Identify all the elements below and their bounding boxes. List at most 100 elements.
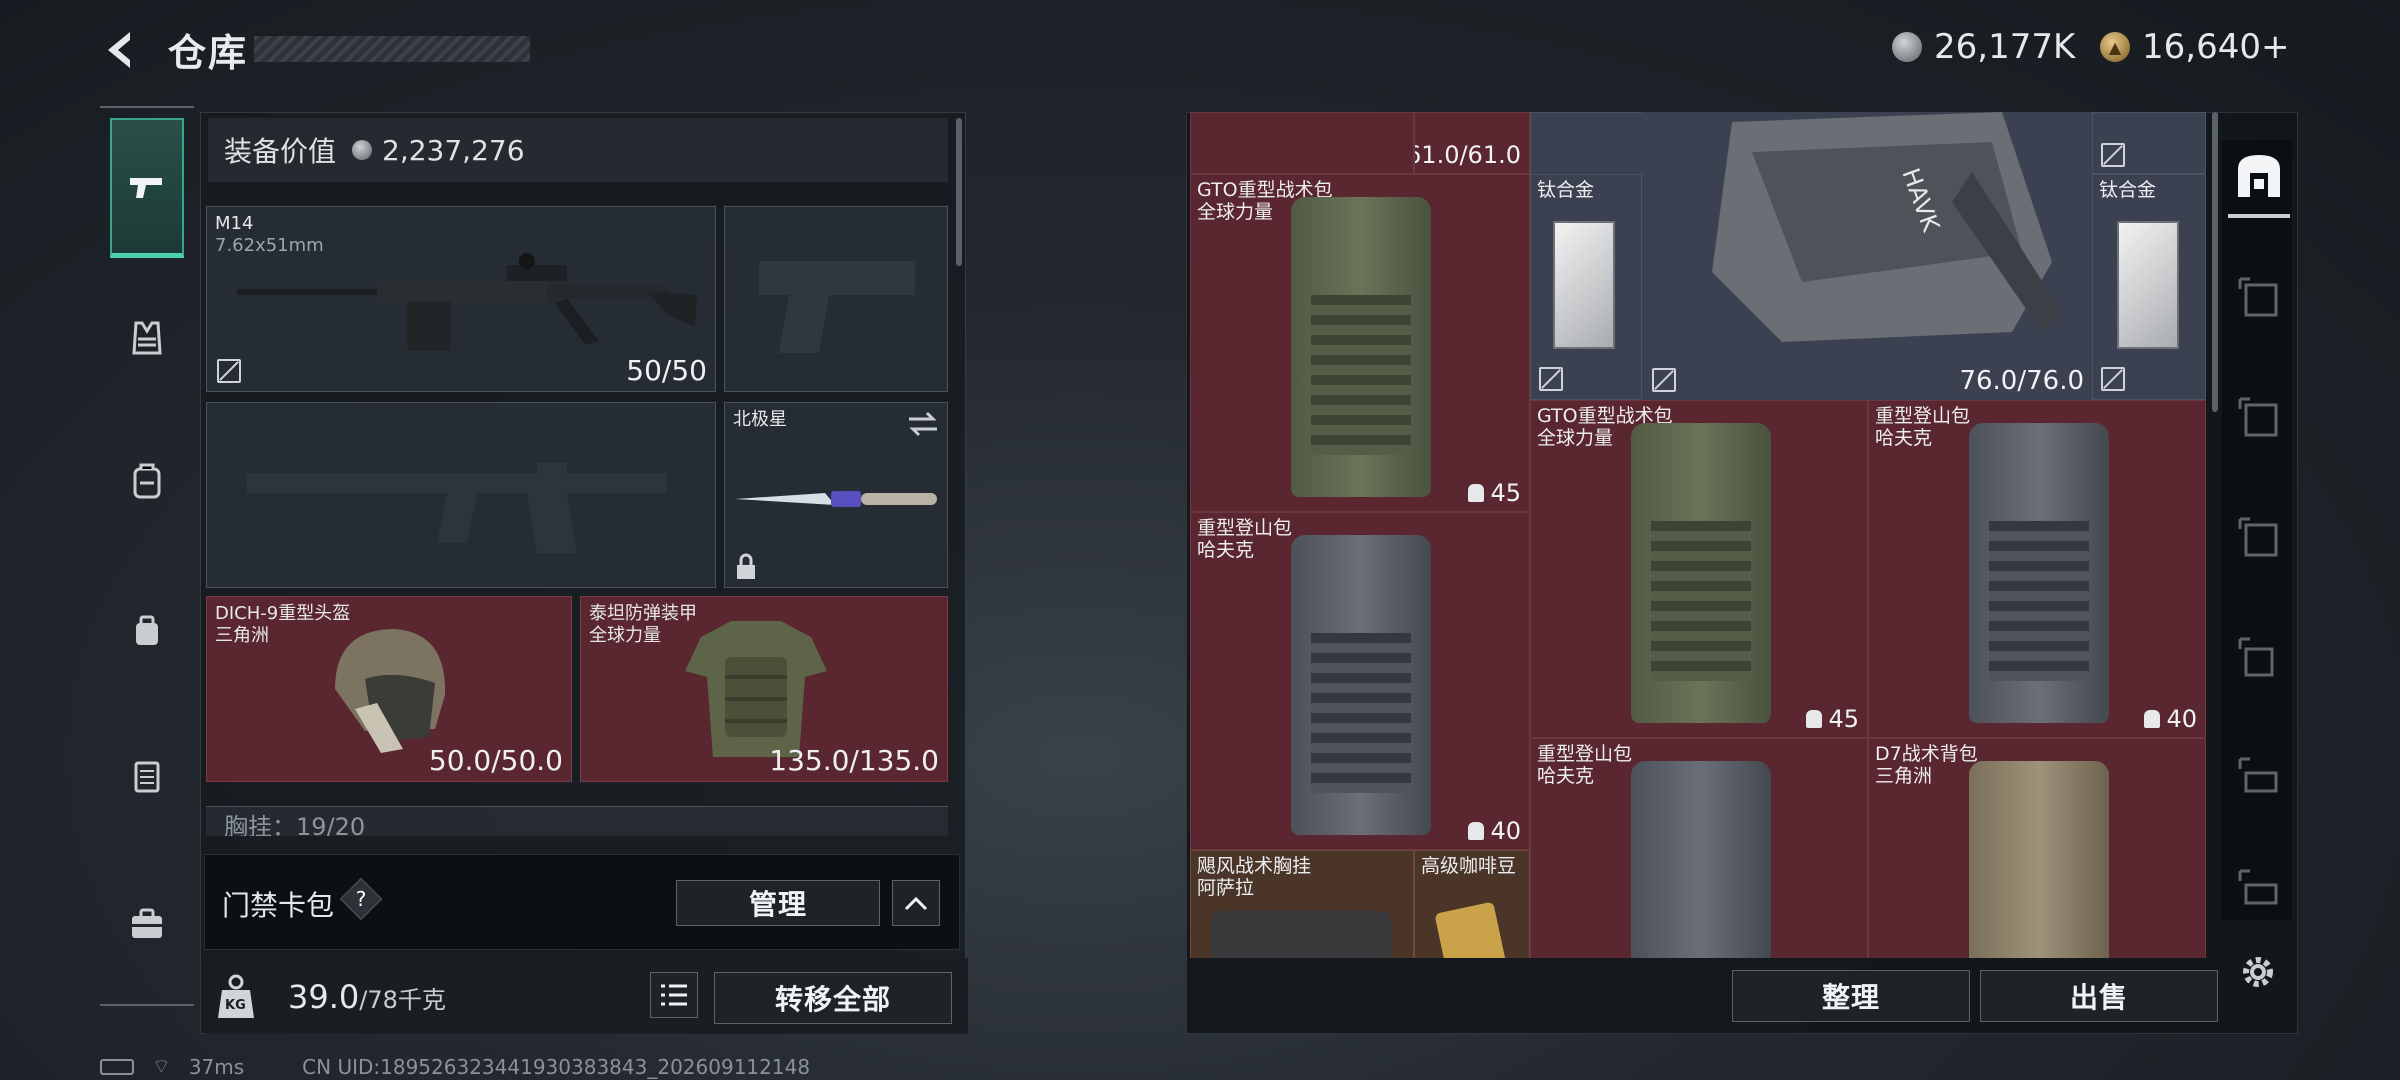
nav-container[interactable] [110, 736, 184, 816]
nav-pouch[interactable] [110, 592, 184, 672]
sort-button[interactable]: 整理 [1732, 970, 1970, 1022]
nav-weapons[interactable] [110, 118, 184, 258]
chest-rig-row[interactable]: 胸挂：19/20 [206, 806, 948, 836]
page-title: 仓库 [168, 31, 249, 75]
pistol-placeholder-icon [759, 261, 915, 353]
storage-item-gto-bag[interactable]: GTO重型战术包 全球力量 45 [1530, 400, 1868, 738]
item-name: 钛合金 [1537, 179, 1595, 201]
titanium-plate-image [1553, 221, 1615, 349]
list-view-button[interactable] [650, 972, 698, 1018]
storage-item-titanium[interactable]: 钛合金 [2092, 174, 2206, 400]
melee-name: 北极星 [733, 409, 787, 430]
tab-storage-3b[interactable] [2228, 378, 2290, 458]
carry-weight: 39.0/78千克 [288, 978, 446, 1016]
item-name: 钛合金 [2099, 179, 2157, 201]
storage-item[interactable]: 61.0/61.0 [1414, 112, 1530, 174]
settings-button[interactable] [2236, 950, 2280, 994]
tab-storage-main[interactable] [2228, 138, 2290, 218]
swap-icon[interactable] [907, 411, 939, 437]
helmet-durability: 50.0/50.0 [428, 744, 563, 777]
storage-expansion-icon [2238, 637, 2274, 677]
weight-icon: KG [214, 972, 258, 1022]
question-icon: ? [355, 887, 367, 911]
nav-backpack[interactable] [110, 442, 184, 522]
storage-item[interactable] [1190, 112, 1414, 174]
plate-carrier-image: HAVK [1712, 112, 2062, 342]
currency-silver: 26,177K [1892, 24, 2075, 70]
titanium-plate-image [2117, 221, 2179, 349]
secondary-weapon-slot-empty[interactable] [206, 402, 716, 588]
backpack-image [1631, 761, 1771, 958]
no-insurance-icon [2101, 143, 2125, 167]
molle-webbing [1989, 521, 2089, 681]
list-icon [661, 984, 687, 1006]
storage-item-chest-rig[interactable]: 飓风战术胸挂 阿萨拉 [1190, 850, 1414, 958]
item-capacity: 40 [2144, 705, 2197, 733]
weapon-ammo: 50/50 [626, 354, 707, 387]
storage-expansion-icon [2238, 869, 2278, 905]
storage-scrollbar[interactable] [2212, 112, 2218, 412]
nav-vest[interactable] [110, 298, 184, 378]
storage-item-gto-bag[interactable]: GTO重型战术包 全球力量 45 [1190, 174, 1530, 512]
armor-slot[interactable]: 泰坦防弹装甲 全球力量 135.0/135.0 [580, 596, 948, 782]
tab-storage-4a[interactable] [2228, 618, 2290, 698]
tab-storage-3a[interactable] [2228, 258, 2290, 338]
tab-storage-4b[interactable] [2228, 850, 2290, 930]
nav-briefcase[interactable] [110, 884, 184, 964]
battery-icon [100, 1058, 134, 1075]
storage-item-coffee[interactable]: 高级咖啡豆 [1414, 850, 1530, 958]
primary-weapon-slot[interactable]: M14 7.62x51mm 50/50 [206, 206, 716, 392]
equip-value-amount: 2,237,276 [382, 133, 525, 167]
item-name: 飓风战术胸挂 阿萨拉 [1197, 855, 1312, 899]
storage-item[interactable] [2092, 112, 2206, 174]
molle-webbing [1311, 295, 1411, 455]
capacity-icon [2144, 710, 2161, 728]
silver-coin-icon [1892, 32, 1922, 62]
item-capacity: 45 [1806, 705, 1859, 733]
storage-expansion-icon [2238, 397, 2278, 437]
item-capacity: 45 [1468, 479, 1521, 507]
storage-item-titanium[interactable]: 钛合金 [1530, 174, 1642, 400]
capacity-icon [1806, 710, 1823, 728]
storage-item-d7-bag[interactable]: D7战术背包 三角洲 [1868, 738, 2206, 958]
gear-icon [2243, 957, 2273, 987]
backpack-icon [133, 463, 161, 499]
item-durability: 61.0/61.0 [1414, 141, 1521, 169]
case-icon [134, 761, 160, 793]
wifi-icon: ⌔ [152, 1054, 171, 1078]
item-name: 高级咖啡豆 [1421, 855, 1517, 877]
storage-grid: 61.0/61.0 钛合金 HAVK 76.0/76.0 钛合金 GTO重型战术… [1190, 112, 2206, 958]
molle-webbing [1311, 633, 1411, 793]
currency-gold-value: 16,640+ [2142, 27, 2290, 67]
briefcase-icon [132, 908, 162, 938]
molle-webbing [1651, 521, 1751, 681]
coffee-bag-image [1434, 901, 1508, 958]
knife-image [735, 491, 937, 507]
storage-item-mountain-bag[interactable]: 重型登山包 哈夫克 40 [1190, 512, 1530, 850]
storage-item-mountain-bag[interactable]: 重型登山包 哈夫克 40 [1868, 400, 2206, 738]
sell-button[interactable]: 出售 [1980, 970, 2218, 1022]
manage-button[interactable]: 管理 [676, 880, 880, 926]
item-durability: 76.0/76.0 [1959, 366, 2084, 396]
ping: 37ms [188, 1054, 245, 1079]
back-button[interactable] [100, 28, 144, 72]
item-name: 重型登山包 哈夫克 [1197, 517, 1293, 561]
loadout-scrollbar[interactable] [956, 118, 962, 266]
item-name: 重型登山包 哈夫克 [1875, 405, 1971, 449]
storage-item-vest[interactable]: HAVK 76.0/76.0 [1642, 112, 2092, 400]
tab-storage-3d[interactable] [2228, 738, 2290, 818]
m14-rifle-image [237, 253, 697, 351]
storage-item-mountain-bag[interactable]: 重型登山包 哈夫克 [1530, 738, 1868, 958]
storage-expansion-icon [2238, 277, 2278, 317]
expand-button[interactable] [892, 880, 940, 926]
no-insurance-icon [2101, 367, 2125, 391]
vest-icon [132, 321, 162, 355]
melee-slot[interactable]: 北极星 [724, 402, 948, 588]
capacity-icon [1468, 484, 1485, 502]
currency-gold[interactable]: ▲ 16,640+ [2100, 24, 2289, 70]
tab-storage-3c[interactable] [2228, 498, 2290, 578]
pistol-slot-empty[interactable] [724, 206, 948, 392]
transfer-all-button[interactable]: 转移全部 [714, 972, 952, 1024]
item-name: 重型登山包 哈夫克 [1537, 743, 1633, 787]
helmet-slot[interactable]: DICH-9重型头盔 三角洲 50.0/50.0 [206, 596, 572, 782]
